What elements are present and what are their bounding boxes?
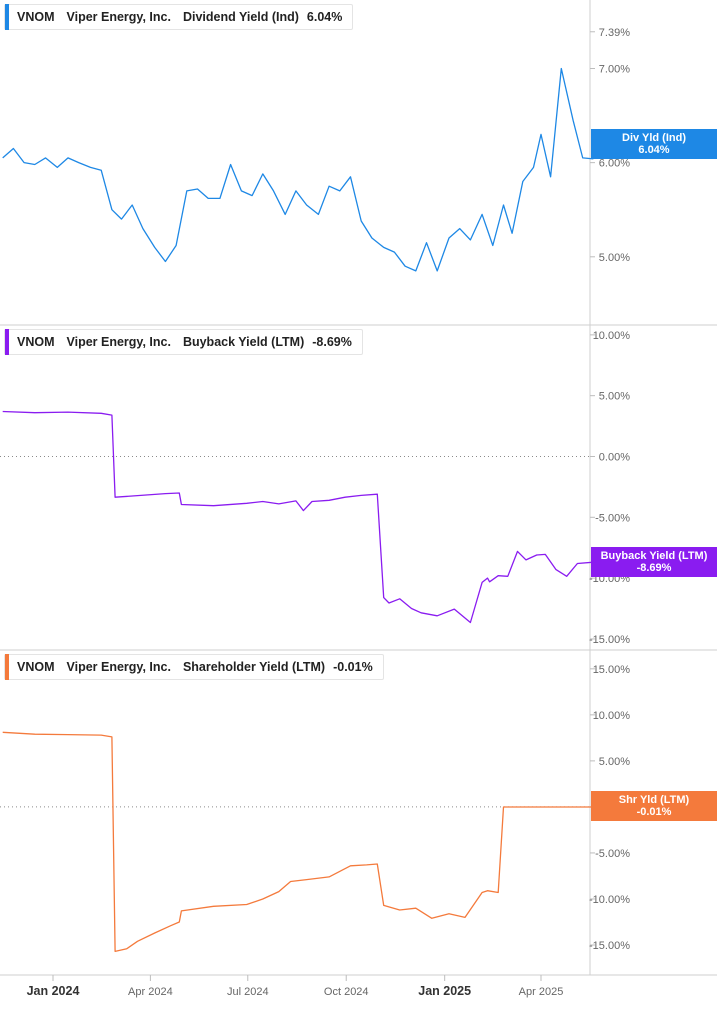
badge-label: Buyback Yield (LTM) <box>600 550 708 562</box>
badge-buyback-yield: Buyback Yield (LTM) -8.69% <box>591 547 717 577</box>
y-tick-label: 10.00% <box>593 710 631 722</box>
legend-color-bar <box>5 4 9 30</box>
series-line <box>2 410 594 624</box>
badge-value: 6.04% <box>638 144 670 156</box>
y-tick-label: 7.39% <box>599 27 630 39</box>
y-tick-label: 15.00% <box>593 664 631 676</box>
legend-color-bar <box>5 329 9 355</box>
y-tick-label: 6.00% <box>599 158 630 170</box>
y-tick-label: 5.00% <box>599 391 630 403</box>
x-tick-label: Jul 2024 <box>227 986 269 998</box>
legend-ticker: VNOM <box>17 335 55 349</box>
badge-label: Shr Yld (LTM) <box>618 794 690 806</box>
legend-metric: Dividend Yield (Ind) <box>182 10 299 24</box>
x-tick-label: Apr 2024 <box>128 986 173 998</box>
legend-color-bar <box>5 654 9 680</box>
y-tick-label: 5.00% <box>599 756 630 768</box>
legend-value: -0.01% <box>333 660 373 674</box>
y-tick-label: -10.00% <box>589 894 630 906</box>
legend-ticker: VNOM <box>17 660 55 674</box>
x-tick-label: Apr 2025 <box>519 986 564 998</box>
x-tick-label: Jan 2024 <box>27 984 80 998</box>
legend-buyback-yield: VNOM Viper Energy, Inc. Buyback Yield (L… <box>4 329 363 355</box>
legend-metric: Shareholder Yield (LTM) <box>182 660 326 674</box>
y-tick-label: -5.00% <box>595 848 630 860</box>
y-tick-label: 5.00% <box>599 252 630 264</box>
y-tick-label: 7.00% <box>599 63 630 75</box>
legend-value: 6.04% <box>306 10 343 24</box>
badge-value: -8.69% <box>636 562 672 574</box>
legend-metric: Buyback Yield (LTM) <box>182 335 305 349</box>
badge-shareholder-yield: Shr Yld (LTM) -0.01% <box>591 791 717 821</box>
y-tick-label: 0.00% <box>599 451 630 463</box>
legend-value: -8.69% <box>312 335 352 349</box>
legend-company: Viper Energy, Inc. <box>66 660 171 674</box>
y-tick-label: -15.00% <box>589 940 630 952</box>
x-tick-label: Jan 2025 <box>418 984 471 998</box>
y-tick-label: 10.00% <box>593 330 631 342</box>
x-tick-label: Oct 2024 <box>324 986 369 998</box>
chart-root: 7.39% 7.00% 6.00% 5.00% 10.00% 5.00% 0.00% -5.0… <box>0 0 717 1005</box>
badge-label: Div Yld (Ind) <box>622 132 686 144</box>
series-line <box>2 731 594 953</box>
y-tick-label: -15.00% <box>589 634 630 646</box>
badge-dividend-yield: Div Yld (Ind) 6.04% <box>591 129 717 159</box>
series-line <box>2 67 594 272</box>
legend-company: Viper Energy, Inc. <box>66 335 171 349</box>
legend-ticker: VNOM <box>17 10 55 24</box>
legend-shareholder-yield: VNOM Viper Energy, Inc. Shareholder Yiel… <box>4 654 384 680</box>
y-tick-label: -5.00% <box>595 512 630 524</box>
legend-company: Viper Energy, Inc. <box>66 10 171 24</box>
badge-value: -0.01% <box>636 806 672 818</box>
legend-dividend-yield: VNOM Viper Energy, Inc. Dividend Yield (… <box>4 4 354 30</box>
